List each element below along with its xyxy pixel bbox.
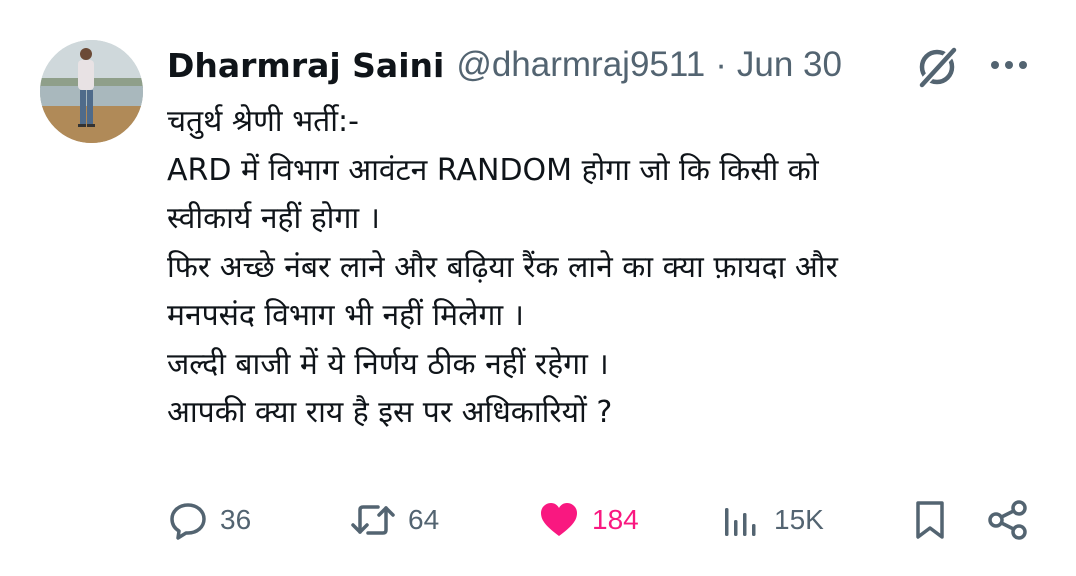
reply-count: 36 bbox=[220, 504, 252, 535]
tweet-text: चतुर्थ श्रेणी भर्ती:- ARD में विभाग आवंट… bbox=[167, 98, 1047, 438]
views-count: 15K bbox=[774, 504, 824, 535]
repost-icon bbox=[351, 505, 395, 535]
share-icon bbox=[988, 500, 1027, 540]
like-icon bbox=[541, 503, 577, 536]
separator-dot: · bbox=[715, 45, 727, 84]
tweet-date[interactable]: Jun 30 bbox=[737, 45, 842, 85]
tweet-header: Dharmraj Saini @dharmraj9511 · Jun 30 bbox=[167, 40, 842, 90]
repost-count: 64 bbox=[408, 504, 440, 535]
bookmark-button[interactable] bbox=[910, 494, 950, 546]
more-options-icon[interactable] bbox=[988, 52, 1030, 78]
avatar-photo bbox=[40, 40, 143, 143]
user-handle[interactable]: @dharmraj9511 bbox=[456, 45, 705, 85]
tweet-line: आपकी क्या राय है इस पर अधिकारियों ? bbox=[167, 395, 613, 430]
tweet-card: Dharmraj Saini @dharmraj9511 · Jun 30 चत… bbox=[0, 0, 1076, 576]
avatar[interactable] bbox=[40, 40, 143, 143]
grok-icon[interactable] bbox=[914, 44, 960, 90]
tweet-line: जल्दी बाजी में ये निर्णय ठीक नहीं रहेगा … bbox=[167, 346, 609, 382]
like-count: 184 bbox=[592, 504, 639, 535]
bookmark-icon bbox=[916, 501, 944, 539]
repost-button[interactable]: 64 bbox=[350, 494, 439, 546]
tweet-actions: 36 64 184 15K bbox=[0, 494, 1076, 546]
views-icon bbox=[725, 508, 756, 536]
reply-icon bbox=[170, 503, 206, 540]
views-button[interactable]: 15K bbox=[722, 494, 824, 546]
share-button[interactable] bbox=[986, 494, 1030, 546]
tweet-line: स्वीकार्य नहीं होगा । bbox=[167, 201, 381, 236]
tweet-line: चतुर्थ श्रेणी भर्ती:- bbox=[167, 104, 359, 139]
display-name[interactable]: Dharmraj Saini bbox=[167, 46, 444, 85]
reply-button[interactable]: 36 bbox=[168, 494, 251, 546]
tweet-line: ARD में विभाग आवंटन RANDOM होगा जो कि कि… bbox=[167, 152, 819, 188]
like-button[interactable]: 184 bbox=[538, 494, 639, 546]
tweet-line: मनपसंद विभाग भी नहीं मिलेगा । bbox=[167, 298, 525, 333]
tweet-line: फिर अच्छे नंबर लाने और बढ़िया रैंक लाने … bbox=[167, 249, 838, 285]
